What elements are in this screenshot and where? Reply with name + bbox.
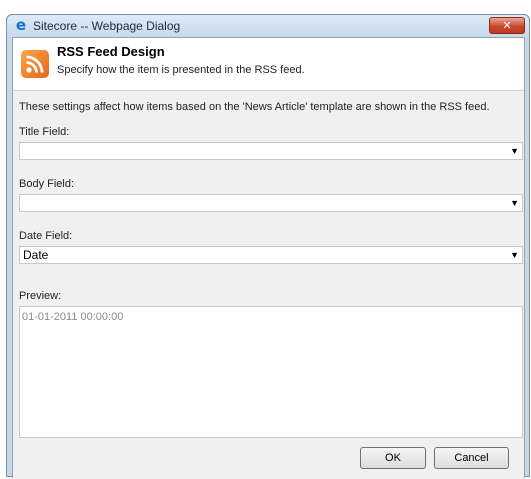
ie-icon: e [15, 16, 27, 34]
preview-box: 01-01-2011 00:00:00 [19, 306, 523, 438]
date-field-value: Date [23, 248, 49, 262]
title-bar[interactable]: e Sitecore -- Webpage Dialog ✕ [7, 15, 529, 37]
rss-icon [21, 50, 49, 78]
preview-text: 01-01-2011 00:00:00 [22, 311, 124, 323]
cancel-button[interactable]: Cancel [434, 447, 509, 469]
chevron-down-icon: ▼ [510, 198, 519, 208]
title-field-label: Title Field: [19, 126, 70, 138]
body-field-select[interactable]: ▼ [19, 194, 523, 212]
dialog-body: These settings affect how items based on… [13, 91, 524, 479]
chevron-down-icon: ▼ [510, 146, 519, 156]
body-field-label: Body Field: [19, 178, 75, 190]
dialog-subtitle: Specify how the item is presented in the… [57, 64, 305, 76]
info-text: These settings affect how items based on… [19, 101, 490, 113]
chevron-down-icon: ▼ [510, 250, 519, 260]
title-field-select[interactable]: ▼ [19, 142, 523, 160]
dialog-header: RSS Feed Design Specify how the item is … [13, 38, 524, 91]
dialog-title: RSS Feed Design [57, 44, 165, 59]
ok-button[interactable]: OK [360, 447, 426, 469]
dialog-window: e Sitecore -- Webpage Dialog ✕ RSS Feed … [6, 14, 530, 479]
close-button[interactable]: ✕ [489, 17, 525, 34]
date-field-label: Date Field: [19, 230, 73, 242]
window-title: Sitecore -- Webpage Dialog [33, 19, 181, 33]
preview-label: Preview: [19, 290, 62, 302]
date-field-select[interactable]: Date ▼ [19, 246, 523, 264]
dialog-client: RSS Feed Design Specify how the item is … [12, 37, 525, 479]
